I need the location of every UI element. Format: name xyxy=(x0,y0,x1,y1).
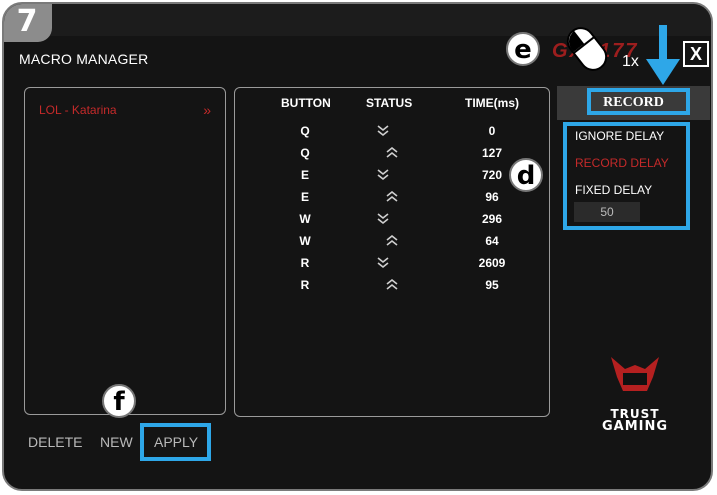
cell-time: 0 xyxy=(488,124,496,138)
callout-f: f xyxy=(102,384,136,418)
arrow-down-icon xyxy=(646,25,680,85)
key-up-chevron-icon xyxy=(386,235,398,246)
ignore-delay-option[interactable]: IGNORE DELAY xyxy=(575,129,664,143)
profile-item[interactable]: LOL - Katarina » xyxy=(39,102,211,118)
callout-e: e xyxy=(506,32,540,66)
cell-button: W xyxy=(299,234,311,248)
profile-label: LOL - Katarina xyxy=(39,103,117,117)
trust-gaming-logo: TRUST GAMING xyxy=(590,355,680,435)
cell-time: 127 xyxy=(481,146,503,160)
cell-button: E xyxy=(300,190,309,204)
key-down-chevron-icon xyxy=(377,213,389,225)
mouse-click-icon xyxy=(566,27,608,71)
cell-time: 96 xyxy=(485,190,499,204)
key-down-chevron-icon xyxy=(377,257,389,269)
fixed-delay-input[interactable]: 50 xyxy=(574,202,640,222)
apply-highlight xyxy=(140,423,211,461)
cell-button: E xyxy=(300,168,309,182)
cell-time: 296 xyxy=(481,212,503,226)
cell-button: Q xyxy=(300,146,310,160)
cell-button: Q xyxy=(300,124,310,138)
cell-button: W xyxy=(299,212,311,226)
step-number-badge: 7 xyxy=(4,4,52,42)
cell-time: 64 xyxy=(485,234,499,248)
key-up-chevron-icon xyxy=(386,279,398,290)
brand-line-2: GAMING xyxy=(601,419,669,434)
page-title: MACRO MANAGER xyxy=(19,51,149,67)
delete-button[interactable]: DELETE xyxy=(28,434,82,450)
column-header-time: TIME(ms) xyxy=(465,96,519,110)
callout-d: d xyxy=(509,158,543,192)
cell-button: R xyxy=(300,256,310,270)
cell-time: 95 xyxy=(485,278,499,292)
column-header-status: STATUS xyxy=(366,96,413,110)
cell-time: 2609 xyxy=(478,256,506,270)
record-highlight xyxy=(587,88,690,115)
key-up-chevron-icon xyxy=(386,147,398,158)
skull-logo-icon xyxy=(611,357,659,391)
column-header-button: BUTTON xyxy=(281,96,331,110)
cell-button: R xyxy=(300,278,310,292)
record-delay-option[interactable]: RECORD DELAY xyxy=(575,156,669,170)
key-down-chevron-icon xyxy=(377,125,389,137)
double-chevron-right-icon: » xyxy=(203,102,211,118)
click-count-label: 1x xyxy=(622,53,639,70)
close-button[interactable]: X xyxy=(683,41,709,67)
new-button[interactable]: NEW xyxy=(100,434,133,450)
key-up-chevron-icon xyxy=(386,191,398,202)
profile-list: LOL - Katarina » xyxy=(24,87,226,415)
fixed-delay-option[interactable]: FIXED DELAY xyxy=(575,183,652,197)
key-down-chevron-icon xyxy=(377,169,389,181)
